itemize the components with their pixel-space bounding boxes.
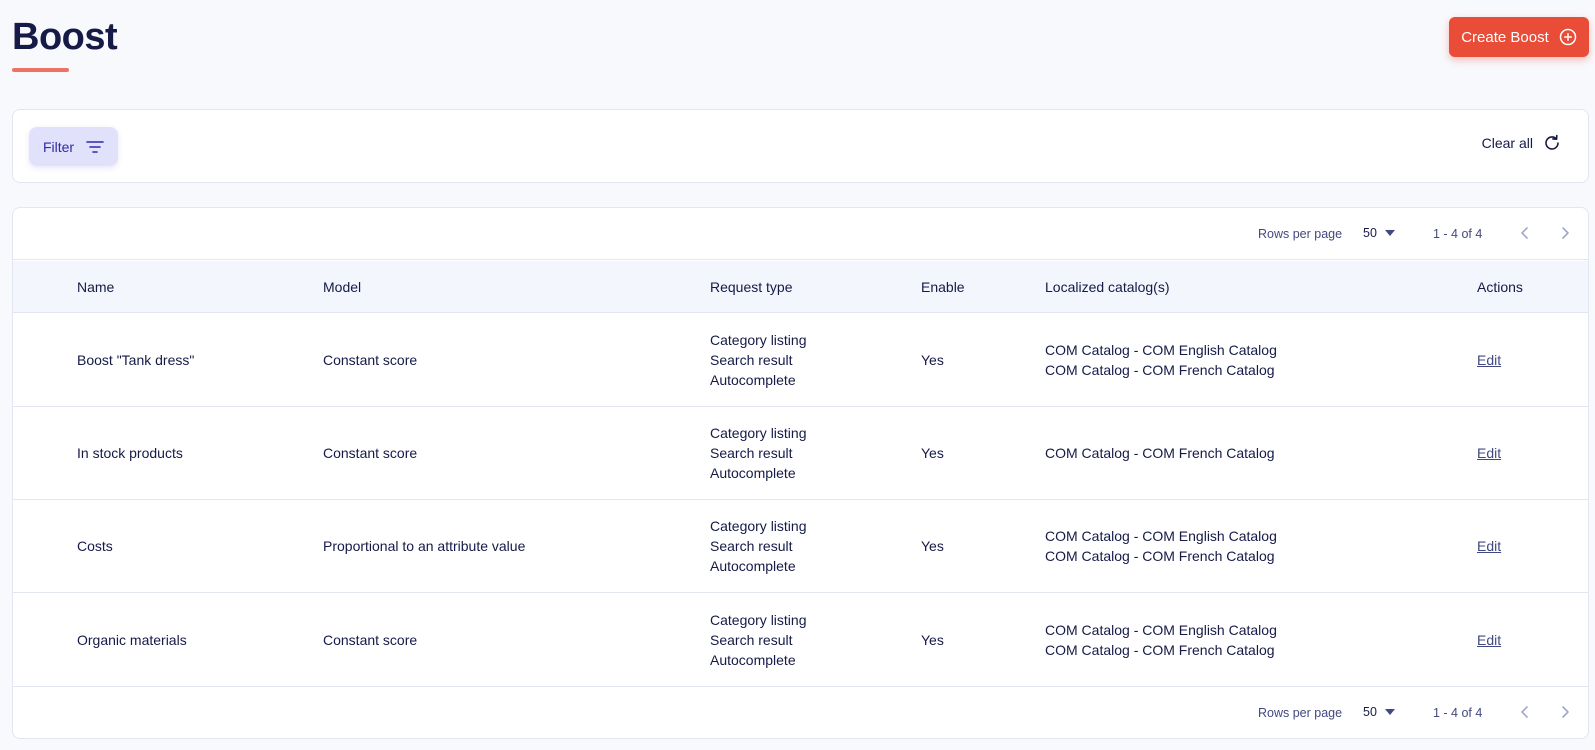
row-name-text: Organic materials (77, 631, 187, 648)
row-request-types: Category listing Search result Autocompl… (710, 407, 807, 499)
request-type: Category listing (710, 332, 807, 348)
row-name: Costs (77, 500, 113, 592)
catalog-item: COM Catalog - COM English Catalog (1045, 528, 1277, 544)
row-enable-text: Yes (921, 631, 944, 648)
create-boost-button[interactable]: Create Boost (1449, 17, 1589, 57)
request-type: Category listing (710, 611, 807, 628)
row-request-types: Category listing Search result Autocompl… (710, 500, 807, 592)
table-row: Boost "Tank dress" Constant score Catego… (13, 314, 1588, 407)
rows-per-page-select[interactable]: 50 (1363, 226, 1395, 240)
pagination-top: Rows per page 50 1 - 4 of 4 (13, 208, 1588, 260)
table-row: Costs Proportional to an attribute value… (13, 500, 1588, 593)
request-type: Autocomplete (710, 372, 796, 388)
rows-per-page-select[interactable]: 50 (1363, 705, 1395, 719)
column-header-model[interactable]: Model (323, 279, 361, 295)
row-enable: Yes (921, 500, 944, 592)
row-enable-text: Yes (921, 538, 944, 554)
row-actions: Edit (1477, 407, 1501, 499)
row-catalogs: COM Catalog - COM French Catalog (1045, 407, 1275, 499)
chevron-right-icon[interactable] (1557, 704, 1573, 720)
catalog-item: COM Catalog - COM English Catalog (1045, 342, 1277, 358)
clear-all-button[interactable]: Clear all (1482, 134, 1561, 152)
row-catalogs: COM Catalog - COM English Catalog COM Ca… (1045, 500, 1277, 592)
refresh-icon (1545, 134, 1559, 150)
chevron-left-icon[interactable] (1517, 225, 1533, 241)
catalog-item: COM Catalog - COM French Catalog (1045, 641, 1275, 658)
row-name-text: Boost "Tank dress" (77, 352, 195, 368)
pagination-range: 1 - 4 of 4 (1433, 227, 1483, 241)
pagination-bottom: Rows per page 50 1 - 4 of 4 (13, 686, 1588, 738)
title-underline (12, 68, 69, 72)
request-type: Autocomplete (710, 465, 796, 481)
edit-link[interactable]: Edit (1477, 350, 1501, 370)
row-name-text: In stock products (77, 445, 183, 461)
column-header-name[interactable]: Name (77, 279, 114, 295)
request-type: Search result (710, 445, 793, 461)
request-type: Search result (710, 352, 793, 368)
page-title: Boost (12, 16, 118, 58)
row-enable: Yes (921, 593, 944, 686)
request-type: Autocomplete (710, 558, 796, 574)
request-type: Category listing (710, 518, 807, 534)
filter-button[interactable]: Filter (29, 127, 118, 166)
row-actions: Edit (1477, 314, 1501, 406)
edit-link[interactable]: Edit (1477, 443, 1501, 463)
filter-panel: Filter Clear all (12, 109, 1589, 183)
table-row: Organic materials Constant score Categor… (13, 593, 1588, 686)
row-name: In stock products (77, 407, 183, 499)
column-header-enable[interactable]: Enable (921, 279, 965, 295)
row-request-types: Category listing Search result Autocompl… (710, 593, 807, 686)
row-actions: Edit (1477, 593, 1501, 686)
row-model-text: Constant score (323, 445, 418, 461)
column-header-actions: Actions (1477, 279, 1523, 295)
catalog-item: COM Catalog - COM English Catalog (1045, 621, 1277, 638)
rows-per-page-value: 50 (1363, 226, 1377, 240)
table-header: Name Model Request type Enable Localized… (13, 261, 1588, 313)
column-header-localized-catalogs[interactable]: Localized catalog(s) (1045, 279, 1170, 295)
rows-per-page-label: Rows per page (1258, 706, 1343, 720)
row-enable: Yes (921, 314, 944, 406)
row-enable-text: Yes (921, 352, 944, 368)
edit-link[interactable]: Edit (1477, 630, 1501, 650)
plus-circle-icon (1559, 28, 1577, 46)
row-name: Organic materials (77, 593, 187, 686)
chevron-right-icon[interactable] (1557, 225, 1573, 241)
row-catalogs: COM Catalog - COM English Catalog COM Ca… (1045, 593, 1277, 686)
row-actions: Edit (1477, 500, 1501, 592)
create-boost-label: Create Boost (1461, 28, 1549, 46)
row-enable: Yes (921, 407, 944, 499)
clear-all-label: Clear all (1481, 135, 1533, 151)
row-model: Constant score (323, 314, 417, 406)
catalog-item: COM Catalog - COM French Catalog (1045, 445, 1275, 461)
table-row: In stock products Constant score Categor… (13, 407, 1588, 500)
rows-per-page-label: Rows per page (1258, 227, 1343, 241)
caret-down-icon (1384, 230, 1395, 236)
row-model-text: Proportional to an attribute value (323, 538, 526, 554)
row-model: Constant score (323, 593, 417, 686)
request-type: Category listing (710, 425, 807, 441)
boost-table-panel: Rows per page 50 1 - 4 of 4 Name Model R… (12, 207, 1589, 739)
pagination-range: 1 - 4 of 4 (1433, 706, 1483, 720)
request-type: Search result (710, 538, 793, 554)
caret-down-icon (1384, 709, 1395, 715)
row-enable-text: Yes (921, 445, 944, 461)
filter-lines-icon (86, 140, 104, 153)
request-type: Autocomplete (710, 651, 796, 668)
catalog-item: COM Catalog - COM French Catalog (1045, 548, 1275, 564)
rows-per-page-value: 50 (1363, 705, 1377, 719)
row-name: Boost "Tank dress" (77, 314, 194, 406)
row-name-text: Costs (77, 538, 113, 554)
row-model-text: Constant score (323, 631, 418, 648)
row-model: Constant score (323, 407, 417, 499)
row-model: Proportional to an attribute value (323, 500, 525, 592)
catalog-item: COM Catalog - COM French Catalog (1045, 362, 1275, 378)
column-header-request-type[interactable]: Request type (710, 279, 793, 295)
row-catalogs: COM Catalog - COM English Catalog COM Ca… (1045, 314, 1277, 406)
filter-label: Filter (42, 138, 75, 155)
chevron-left-icon[interactable] (1517, 704, 1533, 720)
request-type: Search result (710, 631, 793, 648)
row-request-types: Category listing Search result Autocompl… (710, 314, 807, 406)
edit-link[interactable]: Edit (1477, 536, 1501, 556)
row-model-text: Constant score (323, 352, 418, 368)
